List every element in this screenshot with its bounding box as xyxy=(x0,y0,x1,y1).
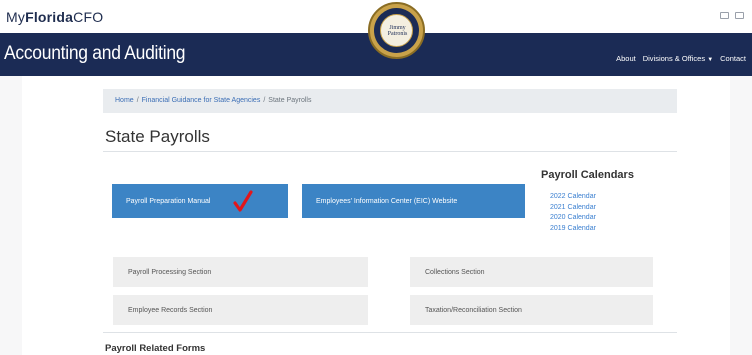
payroll-calendars-heading: Payroll Calendars xyxy=(541,169,634,181)
nav-link-divisions-label: Divisions & Offices xyxy=(642,54,706,63)
brand-suffix: CFO xyxy=(73,9,104,25)
calendar-2021-link[interactable]: 2021 Calendar xyxy=(550,203,596,214)
breadcrumb-current: State Payrolls xyxy=(268,97,312,104)
seal-center: Jimmy Patronis xyxy=(380,14,413,47)
myfloridacfo-logo[interactable]: MyFloridaCFO xyxy=(6,9,103,25)
payroll-related-forms-heading: Payroll Related Forms xyxy=(105,343,206,354)
payroll-preparation-manual-button[interactable]: Payroll Preparation Manual xyxy=(112,184,288,218)
calendar-2022-link[interactable]: 2022 Calendar xyxy=(550,192,596,203)
cfo-seal-logo[interactable]: Jimmy Patronis xyxy=(368,2,425,59)
calendar-2020-link[interactable]: 2020 Calendar xyxy=(550,213,596,224)
nav-link-about[interactable]: About xyxy=(616,54,636,63)
breadcrumb: Home / Financial Guidance for State Agenci… xyxy=(103,89,677,113)
caret-down-icon: ▼ xyxy=(707,57,714,63)
divider xyxy=(103,151,677,152)
employee-records-section-button[interactable]: Employee Records Section xyxy=(113,295,368,325)
payroll-processing-section-button[interactable]: Payroll Processing Section xyxy=(113,257,368,287)
breadcrumb-financial-guidance[interactable]: Financial Guidance for State Agencies xyxy=(142,97,261,104)
calendar-2019-link[interactable]: 2019 Calendar xyxy=(550,224,596,235)
checkmark-icon xyxy=(233,190,253,212)
breadcrumb-separator: / xyxy=(136,97,139,104)
site-section-title[interactable]: Accounting and Auditing xyxy=(4,43,186,65)
nav-link-divisions-offices[interactable]: Divisions & Offices ▼ xyxy=(643,54,713,63)
nav-link-contact[interactable]: Contact xyxy=(720,54,746,63)
taxation-reconciliation-section-button[interactable]: Taxation/Reconciliation Section xyxy=(410,295,653,325)
top-icons xyxy=(720,12,744,19)
brand-bold: Florida xyxy=(25,9,74,25)
breadcrumb-separator: / xyxy=(263,97,266,104)
seal-name-line2: Patronis xyxy=(387,31,408,37)
seal-name: Jimmy Patronis xyxy=(381,25,414,37)
window-icon[interactable] xyxy=(735,12,744,19)
eic-website-button[interactable]: Employees' Information Center (EIC) Webs… xyxy=(302,184,525,218)
divider xyxy=(103,332,677,333)
window-icon[interactable] xyxy=(720,12,729,19)
collections-section-button[interactable]: Collections Section xyxy=(410,257,653,287)
nav-links: About Divisions & Offices ▼ Contact xyxy=(616,54,746,63)
calendar-links: 2022 Calendar 2021 Calendar 2020 Calenda… xyxy=(550,192,596,234)
breadcrumb-home[interactable]: Home xyxy=(115,97,134,104)
page-title: State Payrolls xyxy=(105,127,210,146)
brand-prefix: My xyxy=(6,9,26,25)
